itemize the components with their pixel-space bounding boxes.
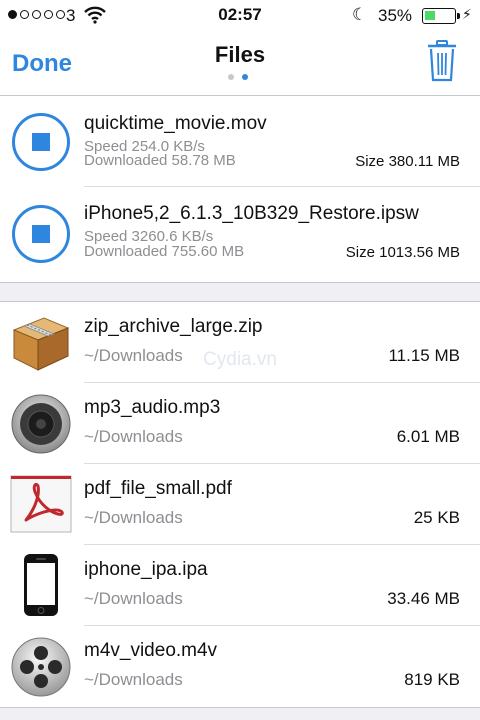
section-divider (0, 282, 480, 302)
file-row[interactable]: m4v_video.m4v ~/Downloads 819 KB (0, 626, 480, 707)
iphone-icon (24, 554, 58, 616)
download-size: Size 380.11 MB (355, 153, 460, 170)
charging-icon: ⚡ (462, 6, 472, 22)
download-size: Size 1013.56 MB (345, 244, 460, 261)
download-row[interactable]: iPhone5,2_6.1.3_10B329_Restore.ipsw Spee… (0, 187, 480, 281)
downloads-list: quicktime_movie.mov Speed 254.0 KB/s Dow… (0, 97, 480, 281)
trash-icon[interactable] (426, 40, 458, 82)
stop-download-icon[interactable] (12, 205, 70, 263)
download-file-name: quicktime_movie.mov (84, 113, 267, 134)
file-size: 25 KB (413, 508, 460, 527)
file-name: pdf_file_small.pdf (84, 478, 232, 499)
navigation-bar: Done Files (0, 32, 480, 96)
download-row[interactable]: quicktime_movie.mov Speed 254.0 KB/s Dow… (0, 97, 480, 187)
file-name: mp3_audio.mp3 (84, 397, 221, 418)
file-name: m4v_video.m4v (84, 640, 218, 661)
file-row[interactable]: iphone_ipa.ipa ~/Downloads 33.46 MB (0, 545, 480, 626)
file-size: 11.15 MB (388, 346, 460, 365)
file-folder: ~/Downloads (84, 589, 183, 608)
file-folder: ~/Downloads (84, 670, 183, 689)
file-row[interactable]: pdf_file_small.pdf ~/Downloads 25 KB (0, 464, 480, 545)
file-size: 819 KB (404, 670, 460, 689)
file-name: zip_archive_large.zip (84, 316, 263, 337)
battery-icon (422, 8, 460, 24)
file-folder: ~/Downloads (84, 346, 183, 365)
page-dot-2[interactable] (242, 74, 248, 80)
download-progress: Downloaded 755.60 MB (84, 243, 245, 260)
status-bar: 3 02:57 ☾ 35% ⚡ (0, 0, 480, 32)
file-folder: ~/Downloads (84, 427, 183, 446)
page-indicator[interactable] (228, 74, 248, 80)
file-folder: ~/Downloads (84, 508, 183, 527)
do-not-disturb-icon: ☾ (352, 5, 368, 24)
file-size: 6.01 MB (396, 427, 460, 446)
download-file-name: iPhone5,2_6.1.3_10B329_Restore.ipsw (84, 203, 419, 224)
page-dot-1[interactable] (228, 74, 234, 80)
stop-download-icon[interactable] (12, 113, 70, 171)
list-footer (0, 707, 480, 720)
pdf-icon (10, 475, 72, 533)
file-name: iphone_ipa.ipa (84, 559, 208, 580)
download-progress: Downloaded 58.78 MB (84, 152, 236, 169)
zip-box-icon (12, 317, 70, 371)
page-title: Files (214, 42, 266, 67)
file-row[interactable]: mp3_audio.mp3 ~/Downloads 6.01 MB (0, 383, 480, 464)
battery-percentage: 35% (378, 6, 413, 25)
speaker-icon (11, 394, 71, 454)
watermark: Cydia.vn (203, 349, 277, 370)
file-size: 33.46 MB (387, 589, 460, 608)
film-reel-icon (11, 637, 71, 697)
